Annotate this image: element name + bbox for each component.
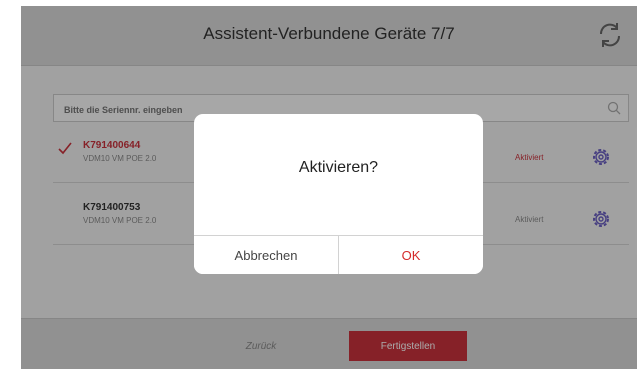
dialog-title: Aktivieren? — [298, 159, 379, 176]
app-screen: Assistent-Verbundene Geräte 7/7 K7914006… — [21, 6, 637, 369]
ok-button[interactable]: OK — [339, 236, 483, 274]
dialog-actions: Abbrechen OK — [194, 235, 483, 274]
cancel-button[interactable]: Abbrechen — [194, 236, 339, 274]
confirm-dialog: Aktivieren? Abbrechen OK — [194, 114, 483, 274]
